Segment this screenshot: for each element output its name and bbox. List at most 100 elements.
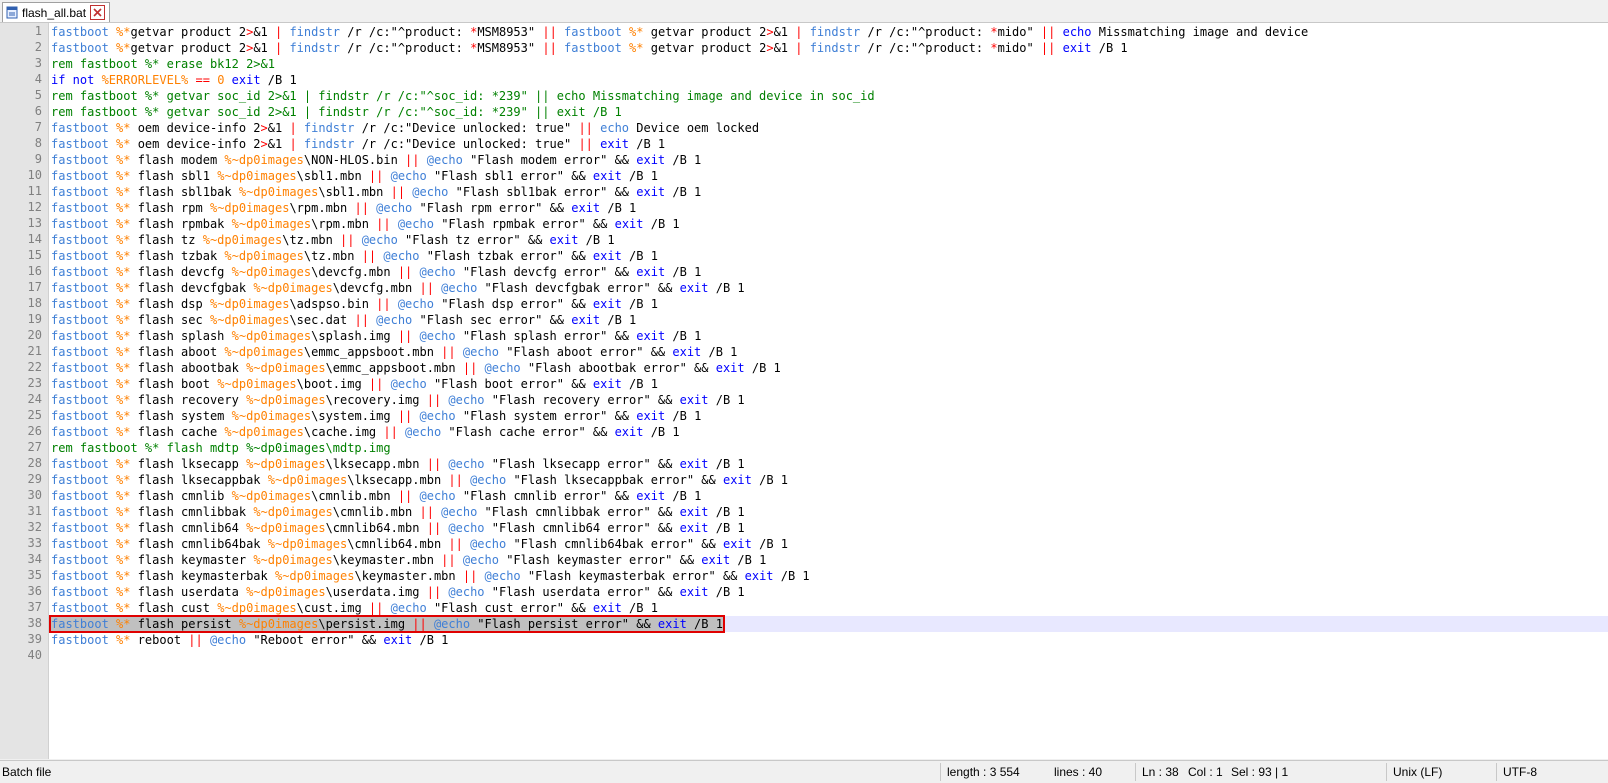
code-token: /B 1 [708,393,745,407]
code-token: rem fastboot %* erase bk12 2>&1 [51,57,275,71]
code-line[interactable]: fastboot %* flash splash %~dp0images\spl… [51,328,1608,344]
code-token: /B 1 [643,425,680,439]
code-token: %* [116,521,131,535]
code-token: @echo [441,585,485,599]
code-line[interactable]: fastboot %* flash keymaster %~dp0images\… [51,552,1608,568]
line-number: 36 [27,584,42,598]
line-number: 9 [34,152,42,166]
code-line[interactable]: fastboot %* flash devcfgbak %~dp0images\… [51,280,1608,296]
code-token: "Flash aboot error" && [498,345,673,359]
code-line[interactable]: fastboot %* flash cmnlib %~dp0images\cmn… [51,488,1608,504]
line-number: 28 [27,456,42,470]
code-token: mido" [997,25,1041,39]
code-line[interactable]: fastboot %* flash cache %~dp0images\cach… [51,424,1608,440]
code-token: @echo [462,537,507,551]
code-line-current[interactable]: fastboot %* flash persist %~dp0images\pe… [49,615,1608,633]
code-token: %* [116,281,131,295]
code-token: \adspso.bin [289,297,377,311]
code-line[interactable]: fastboot %* oem device-info 2>&1 | finds… [51,136,1608,152]
code-token: fastboot [51,153,117,167]
code-line[interactable]: fastboot %* flash boot %~dp0images\boot.… [51,376,1608,392]
code-line[interactable]: fastboot %*getvar product 2>&1 | findstr… [51,24,1608,40]
code-token: %~dp0images [209,201,290,215]
code-token: flash cmnlib64 [130,521,247,535]
code-token: rem fastboot %* getvar soc_id 2>&1 | fin… [51,89,875,103]
code-line[interactable]: rem fastboot %* getvar soc_id 2>&1 | fin… [51,88,1608,104]
code-token: %~dp0images [224,153,304,167]
code-line[interactable]: fastboot %* flash aboot %~dp0images\emmc… [51,344,1608,360]
tab-flash-all-bat[interactable]: flash_all.bat [2,2,111,22]
code-token: %* [116,121,131,135]
code-token: \system.img [311,409,398,423]
code-token: MSM8953" [477,41,543,55]
code-area[interactable]: fastboot %*getvar product 2>&1 | findstr… [49,24,1608,759]
code-token: exit [679,457,709,471]
code-token: /B 1 [708,281,745,295]
code-line[interactable]: fastboot %* flash tzbak %~dp0images\tz.m… [51,248,1608,264]
code-line[interactable]: if not %ERRORLEVEL% == 0 exit /B 1 [51,72,1608,88]
code-token: "Reboot error" && [246,633,384,647]
code-token: exit [701,553,731,567]
line-number: 11 [27,184,42,198]
code-line[interactable]: fastboot %* flash devcfg %~dp0images\dev… [51,264,1608,280]
code-line[interactable]: fastboot %* flash cmnlib64 %~dp0images\c… [51,520,1608,536]
code-line[interactable]: fastboot %* flash lksecappbak %~dp0image… [51,472,1608,488]
code-line[interactable]: fastboot %* flash keymasterbak %~dp0imag… [51,568,1608,584]
code-line[interactable]: fastboot %* flash sec %~dp0images\sec.da… [51,312,1608,328]
code-token: %~dp0images [217,601,297,615]
code-line[interactable]: fastboot %* flash cmnlib64bak %~dp0image… [51,536,1608,552]
code-token: %~dp0images [274,569,355,583]
code-token: || [397,489,413,503]
code-token: %* [116,409,131,423]
code-line[interactable]: rem fastboot %* erase bk12 2>&1 [51,56,1608,72]
code-token: /r /c:"^product: [860,25,991,39]
code-token: @echo [405,185,449,199]
code-line[interactable]: fastboot %* flash dsp %~dp0images\adspso… [51,296,1608,312]
code-line[interactable]: fastboot %* flash sbl1bak %~dp0images\sb… [51,184,1608,200]
code-line[interactable]: fastboot %* flash modem %~dp0images\NON-… [51,152,1608,168]
code-line[interactable]: fastboot %* flash rpmbak %~dp0images\rpm… [51,216,1608,232]
code-token: "Flash persist error" && [470,617,658,631]
code-token: %~dp0images [231,329,312,343]
code-line[interactable]: fastboot %* flash lksecapp %~dp0images\l… [51,456,1608,472]
code-token: | [289,121,297,135]
code-line[interactable]: fastboot %* flash tz %~dp0images\tz.mbn … [51,232,1608,248]
code-line[interactable]: fastboot %* flash system %~dp0images\sys… [51,408,1608,424]
code-token: exit [592,249,622,263]
code-token: %~dp0images [267,537,348,551]
code-token: fastboot [51,361,117,375]
code-line[interactable]: fastboot %* flash cust %~dp0images\cust.… [51,600,1608,616]
selected-text[interactable]: fastboot %* flash persist %~dp0images\pe… [49,615,725,633]
code-line[interactable]: fastboot %*getvar product 2>&1 | findstr… [51,40,1608,56]
code-token: flash devcfgbak [130,281,254,295]
code-token: %~dp0images [209,297,290,311]
code-token: \sbl1.mbn [296,169,369,183]
line-number: 37 [27,600,42,614]
code-line[interactable]: fastboot %* flash rpm %~dp0images\rpm.mb… [51,200,1608,216]
close-icon[interactable] [90,5,106,20]
code-token: * [990,41,998,55]
code-editor[interactable]: 1 2 3 4 5 6 7 8 9 10 11 12 13 14 15 16 17 18 19 20 21 22 23 24 2… [0,23,1608,759]
code-token: "Flash userdata error" && [484,585,680,599]
code-line[interactable]: fastboot %* flash recovery %~dp0images\r… [51,392,1608,408]
code-line[interactable]: fastboot %* oem device-info 2>&1 | finds… [51,120,1608,136]
code-token: || [419,281,434,295]
code-line[interactable]: fastboot %* flash userdata %~dp0images\u… [51,584,1608,600]
code-line[interactable]: fastboot %* flash sbl1 %~dp0images\sbl1.… [51,168,1608,184]
code-token: %* [116,153,131,167]
code-line[interactable]: fastboot %* flash cmnlibbak %~dp0images\… [51,504,1608,520]
code-token: getvar product 2 [130,25,247,39]
code-line[interactable]: fastboot %* flash abootbak %~dp0images\e… [51,360,1608,376]
code-token: @echo [383,601,427,615]
code-token: &1 [253,25,275,39]
code-line[interactable]: fastboot %* reboot || @echo "Reboot erro… [51,632,1608,648]
line-number: 20 [27,328,42,342]
code-token: findstr [296,137,355,151]
code-token: || [441,345,456,359]
code-line[interactable]: rem fastboot %* flash mdtp %~dp0images\m… [51,440,1608,456]
code-line[interactable] [51,648,1608,664]
code-token: @echo [412,489,456,503]
code-line[interactable]: rem fastboot %* getvar soc_id 2>&1 | fin… [51,104,1608,120]
code-token: /B 1 [629,137,666,151]
code-token: flash tzbak [130,249,225,263]
